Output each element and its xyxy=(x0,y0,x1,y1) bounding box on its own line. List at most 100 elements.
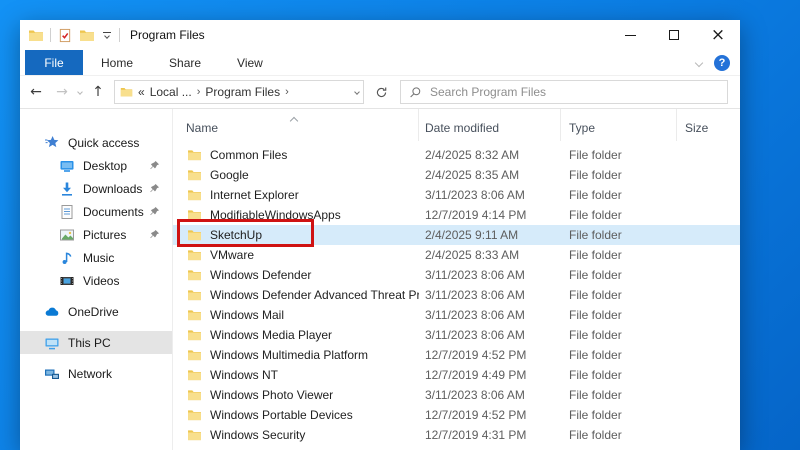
folder-icon xyxy=(187,189,202,201)
address-dropdown-chevron-icon[interactable] xyxy=(354,89,360,95)
desktop-icon xyxy=(59,158,75,174)
file-date: 3/11/2023 8:06 AM xyxy=(419,188,561,202)
folder-icon xyxy=(187,169,202,181)
file-row-windows-nt[interactable]: Windows NT 12/7/2019 4:49 PMFile folder xyxy=(173,365,740,385)
tab-file[interactable]: File xyxy=(25,50,83,75)
sidebar-item-videos[interactable]: Videos xyxy=(20,269,172,292)
onedrive-icon xyxy=(44,304,60,320)
sidebar-item-network[interactable]: Network xyxy=(20,362,172,385)
file-row-common-files[interactable]: Common Files2/4/2025 8:32 AMFile folder xyxy=(173,145,740,165)
up-icon[interactable]: ↑ xyxy=(88,84,108,100)
breadcrumb-crumb-local[interactable]: Local ... xyxy=(150,85,192,99)
pin-icon xyxy=(149,160,160,171)
close-button[interactable]: × xyxy=(696,20,740,50)
file-date: 12/7/2019 4:49 PM xyxy=(419,368,561,382)
file-rows: Common Files2/4/2025 8:32 AMFile folderG… xyxy=(173,141,740,450)
column-header-date-modified[interactable]: Date modified xyxy=(419,109,561,141)
sidebar-item-label: Desktop xyxy=(83,159,127,173)
pin-icon xyxy=(149,183,160,194)
file-row-partial[interactable] xyxy=(173,445,740,450)
file-name: Windows Defender xyxy=(210,268,311,282)
breadcrumb-crumb-program-files[interactable]: Program Files xyxy=(205,85,280,99)
breadcrumb-separator[interactable]: › xyxy=(285,86,289,98)
file-name-cell: Windows Multimedia Platform xyxy=(173,348,419,362)
file-row-windows-mail[interactable]: Windows Mail3/11/2023 8:06 AMFile folder xyxy=(173,305,740,325)
file-type: File folder xyxy=(561,328,677,342)
file-name: Windows Defender Advanced Threat Prot... xyxy=(210,288,419,302)
file-name: Windows Security xyxy=(210,428,305,442)
file-type: File folder xyxy=(561,248,677,262)
new-folder-icon[interactable] xyxy=(79,28,95,43)
file-name-cell: Common Files xyxy=(173,148,419,162)
file-date: 12/7/2019 4:52 PM xyxy=(419,408,561,422)
sidebar-item-onedrive[interactable]: OneDrive xyxy=(20,300,172,323)
tab-home[interactable]: Home xyxy=(83,50,151,75)
file-type: File folder xyxy=(561,148,677,162)
tab-share[interactable]: Share xyxy=(151,50,219,75)
navigation-bar: ← → ↑ « Local ... › Program Files › xyxy=(20,76,740,109)
sidebar-item-label: Quick access xyxy=(68,136,139,150)
folder-icon xyxy=(187,149,202,161)
file-date: 3/11/2023 8:06 AM xyxy=(419,308,561,322)
forward-icon[interactable]: → xyxy=(52,84,72,100)
breadcrumb-separator[interactable]: › xyxy=(197,86,201,98)
back-icon[interactable]: ← xyxy=(26,84,46,100)
file-name: Windows NT xyxy=(210,368,278,382)
file-name: VMware xyxy=(210,248,254,262)
explorer-folder-icon[interactable] xyxy=(28,28,44,43)
tab-view[interactable]: View xyxy=(219,50,281,75)
address-bar[interactable]: « Local ... › Program Files › xyxy=(114,80,364,104)
ribbon-tabbar: File Home Share View ? xyxy=(20,50,740,76)
folder-icon xyxy=(187,389,202,401)
sidebar-item-documents[interactable]: Documents xyxy=(20,200,172,223)
file-row-windows-defender-advanced-threat-prot[interactable]: Windows Defender Advanced Threat Prot...… xyxy=(173,285,740,305)
file-date: 3/11/2023 8:06 AM xyxy=(419,328,561,342)
breadcrumb-overflow[interactable]: « xyxy=(138,85,145,99)
folder-icon xyxy=(187,409,202,421)
file-name-cell: Internet Explorer xyxy=(173,188,419,202)
file-type: File folder xyxy=(561,368,677,382)
file-name-cell: Windows Security xyxy=(173,428,419,442)
maximize-button[interactable] xyxy=(652,20,696,50)
file-name-cell: Windows Photo Viewer xyxy=(173,388,419,402)
refresh-icon[interactable] xyxy=(370,81,392,103)
file-row-vmware[interactable]: VMware2/4/2025 8:33 AMFile folder xyxy=(173,245,740,265)
sidebar-item-desktop[interactable]: Desktop xyxy=(20,154,172,177)
file-date: 12/7/2019 4:52 PM xyxy=(419,348,561,362)
sidebar-item-downloads[interactable]: Downloads xyxy=(20,177,172,200)
downloads-icon xyxy=(59,181,75,197)
file-row-windows-photo-viewer[interactable]: Windows Photo Viewer3/11/2023 8:06 AMFil… xyxy=(173,385,740,405)
folder-icon xyxy=(187,249,202,261)
search-input[interactable] xyxy=(430,85,719,99)
minimize-button[interactable] xyxy=(608,20,652,50)
sidebar-item-pictures[interactable]: Pictures xyxy=(20,223,172,246)
sidebar-item-music[interactable]: Music xyxy=(20,246,172,269)
file-name-cell: VMware xyxy=(173,248,419,262)
file-row-google[interactable]: Google2/4/2025 8:35 AMFile folder xyxy=(173,165,740,185)
file-row-windows-media-player[interactable]: Windows Media Player3/11/2023 8:06 AMFil… xyxy=(173,325,740,345)
sidebar-item-quick-access[interactable]: Quick access xyxy=(20,131,172,154)
file-name-cell: Google xyxy=(173,168,419,182)
search-box xyxy=(400,80,728,104)
file-name: Internet Explorer xyxy=(210,188,299,202)
column-header-size[interactable]: Size xyxy=(677,109,740,141)
ribbon-expand-chevron-icon[interactable] xyxy=(695,58,703,66)
sidebar-item-this-pc[interactable]: This PC xyxy=(20,331,172,354)
file-row-windows-security[interactable]: Windows Security12/7/2019 4:31 PMFile fo… xyxy=(173,425,740,445)
network-icon xyxy=(44,366,60,382)
file-type: File folder xyxy=(561,348,677,362)
file-type: File folder xyxy=(561,308,677,322)
file-row-internet-explorer[interactable]: Internet Explorer3/11/2023 8:06 AMFile f… xyxy=(173,185,740,205)
file-row-windows-multimedia-platform[interactable]: Windows Multimedia Platform12/7/2019 4:5… xyxy=(173,345,740,365)
file-row-windows-portable-devices[interactable]: Windows Portable Devices12/7/2019 4:52 P… xyxy=(173,405,740,425)
properties-icon[interactable] xyxy=(57,28,73,43)
file-name-cell: Windows NT xyxy=(173,368,419,382)
help-icon[interactable]: ? xyxy=(714,55,730,71)
column-header-type[interactable]: Type xyxy=(561,109,677,141)
qat-customize-menu-icon[interactable] xyxy=(101,32,113,38)
file-type: File folder xyxy=(561,408,677,422)
file-row-windows-defender[interactable]: Windows Defender3/11/2023 8:06 AMFile fo… xyxy=(173,265,740,285)
recent-locations-chevron-icon[interactable] xyxy=(77,89,83,95)
quick-access-star-icon xyxy=(44,135,60,151)
music-icon xyxy=(59,250,75,266)
